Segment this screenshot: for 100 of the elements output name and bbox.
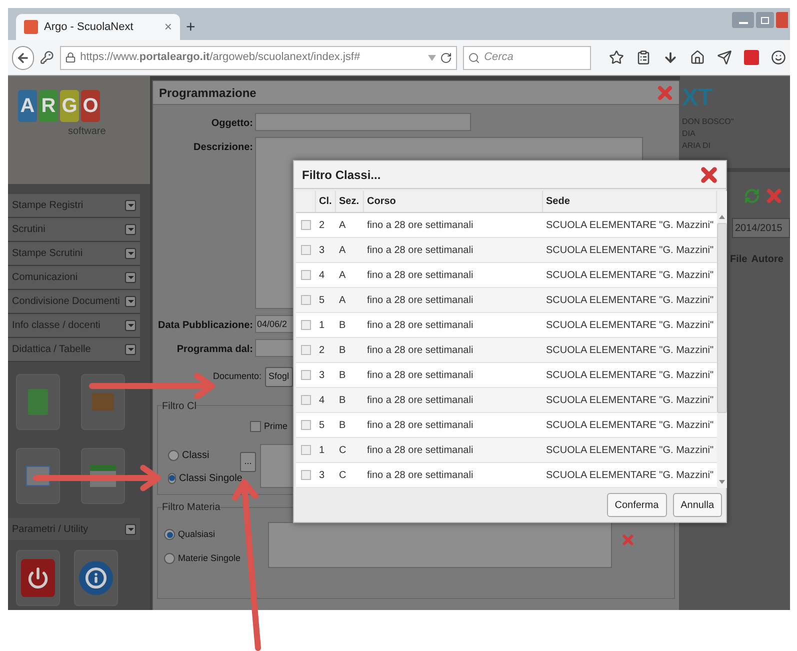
brand-text: XT <box>682 86 714 110</box>
table-cell-text: fino a 28 ore settimanali <box>366 418 474 432</box>
tab-close-button[interactable]: × <box>164 17 172 37</box>
scrollbar[interactable] <box>716 191 727 488</box>
dialog-button[interactable]: Conferma <box>606 493 667 517</box>
table-cell-text: 1 <box>318 318 326 332</box>
input-field[interactable] <box>255 113 471 131</box>
info-tile-icon[interactable] <box>74 550 118 606</box>
table-row[interactable]: 5 A fino a 28 ore settimanali SCUOLA ELEMENTARE "G. Mazzini" <box>296 288 717 313</box>
column-header[interactable]: Corso <box>364 191 543 212</box>
search-icon <box>468 52 480 64</box>
download-icon[interactable] <box>663 50 678 65</box>
url-text: https://www.portaleargo.it/argoweb/scuolanext/index.jsf# <box>80 50 362 66</box>
field-label: Programma dal: <box>176 343 253 357</box>
register-tile-icon[interactable] <box>16 374 60 430</box>
column-header[interactable]: Cl. <box>316 191 336 212</box>
table-cell-text: 2 <box>318 344 326 358</box>
column-header[interactable]: Sez. <box>336 191 364 212</box>
table-cell-text: 5 <box>318 294 326 308</box>
expand-toggle-icon[interactable] <box>125 248 136 259</box>
expand-toggle-icon[interactable] <box>125 200 136 211</box>
minimize-button[interactable] <box>732 12 754 28</box>
dialog-button[interactable]: Annulla <box>672 493 722 517</box>
table-row[interactable]: 4 B fino a 28 ore settimanali SCUOLA ELEMENTARE "G. Mazzini" <box>296 388 717 413</box>
table-cell-text: 3 <box>318 244 326 258</box>
table-cell-text: fino a 28 ore settimanali <box>366 218 474 232</box>
lock-icon <box>65 52 76 63</box>
expand-toggle-icon[interactable] <box>125 524 136 534</box>
bookmark-star-icon[interactable] <box>609 50 624 65</box>
table-cell-text: fino a 28 ore settimanali <box>366 368 474 382</box>
smiley-icon[interactable] <box>771 50 786 65</box>
row-checkbox[interactable] <box>301 295 311 305</box>
reload-icon[interactable] <box>440 52 452 64</box>
row-checkbox[interactable] <box>301 420 311 430</box>
power-tile-icon[interactable] <box>16 550 60 606</box>
row-checkbox[interactable] <box>301 245 311 255</box>
checkbox-label: Prime <box>264 420 288 433</box>
radio-button[interactable] <box>168 450 179 460</box>
row-checkbox[interactable] <box>301 445 311 455</box>
field-label: Data Pubblicazione: <box>156 319 253 333</box>
row-checkbox[interactable] <box>301 470 311 480</box>
table-cell-text: 1 <box>318 444 326 458</box>
row-checkbox[interactable] <box>301 320 311 330</box>
radio-button[interactable] <box>164 552 175 564</box>
table-cell-text: fino a 28 ore settimanali <box>366 394 474 408</box>
back-button[interactable] <box>12 46 34 70</box>
new-tab-button[interactable]: + <box>186 20 196 36</box>
search-placeholder: Cerca <box>484 50 514 66</box>
expand-toggle-icon[interactable] <box>125 272 136 283</box>
row-checkbox[interactable] <box>301 345 311 355</box>
row-checkbox[interactable] <box>301 395 311 405</box>
send-icon[interactable] <box>717 50 732 65</box>
home-icon[interactable] <box>690 50 705 65</box>
tab-title: Argo - ScuolaNext <box>44 20 134 35</box>
radio-label: Classi Singole <box>179 472 242 486</box>
expand-toggle-icon[interactable] <box>125 296 136 307</box>
expand-toggle-icon[interactable] <box>125 320 136 331</box>
table-cell-text: B <box>338 344 347 358</box>
table-cell-text: 3 <box>318 368 326 382</box>
table-row[interactable]: 3 A fino a 28 ore settimanali SCUOLA ELEMENTARE "G. Mazzini" <box>296 238 717 263</box>
key-icon[interactable] <box>40 50 54 65</box>
row-checkbox[interactable] <box>301 270 311 280</box>
url-field[interactable]: https://www.portaleargo.it/argoweb/scuolanext/index.jsf# <box>60 46 458 70</box>
close-icon[interactable] <box>700 166 718 184</box>
search-field[interactable]: Cerca <box>463 46 591 70</box>
info-icon <box>85 567 107 589</box>
checkbox[interactable] <box>250 421 261 432</box>
table-cell-text: SCUOLA ELEMENTARE "G. Mazzini" <box>545 268 715 282</box>
class-picker-button[interactable]: ... <box>240 452 256 472</box>
radio-button[interactable] <box>168 472 176 484</box>
dialog-title: Filtro Classi... <box>302 166 381 184</box>
table-cell-text: SCUOLA ELEMENTARE "G. Mazzini" <box>545 368 715 382</box>
row-checkbox[interactable] <box>301 370 311 380</box>
refresh-icon[interactable] <box>744 188 760 204</box>
row-checkbox[interactable] <box>301 220 311 230</box>
table-cell-text: fino a 28 ore settimanali <box>366 444 474 458</box>
selected-subjects-field[interactable] <box>268 522 612 568</box>
browser-tab[interactable]: Argo - ScuolaNext × <box>16 14 180 40</box>
table-cell-text: SCUOLA ELEMENTARE "G. Mazzini" <box>545 394 715 408</box>
classroom-tile-icon[interactable] <box>81 374 125 430</box>
dropdown-caret-icon[interactable] <box>428 54 436 60</box>
table-cell-text: fino a 28 ore settimanali <box>366 268 474 282</box>
table-cell-text: fino a 28 ore settimanali <box>366 294 474 308</box>
list-tile-icon[interactable] <box>16 448 60 504</box>
expand-toggle-icon[interactable] <box>125 224 136 235</box>
radio-label: Qualsiasi <box>178 528 216 541</box>
table-cell-text: B <box>338 318 347 332</box>
field-label: Descrizione: <box>192 141 253 155</box>
table-row[interactable]: 1 C fino a 28 ore settimanali SCUOLA ELEMENTARE "G. Mazzini" <box>296 438 717 463</box>
table-cell-text: 3 <box>318 468 326 482</box>
radio-button[interactable] <box>164 529 175 540</box>
table-row[interactable]: 2 B fino a 28 ore settimanali SCUOLA ELEMENTARE "G. Mazzini" <box>296 338 717 363</box>
maximize-button[interactable] <box>756 12 774 28</box>
table-cell-text: C <box>338 468 348 482</box>
table-cell-text: fino a 28 ore settimanali <box>366 344 474 358</box>
expand-toggle-icon[interactable] <box>125 344 136 355</box>
logo-letter: O <box>81 90 100 122</box>
browse-button[interactable]: Sfogl <box>264 367 294 387</box>
table-cell-text: B <box>338 394 347 408</box>
clipboard-icon[interactable] <box>636 50 651 65</box>
